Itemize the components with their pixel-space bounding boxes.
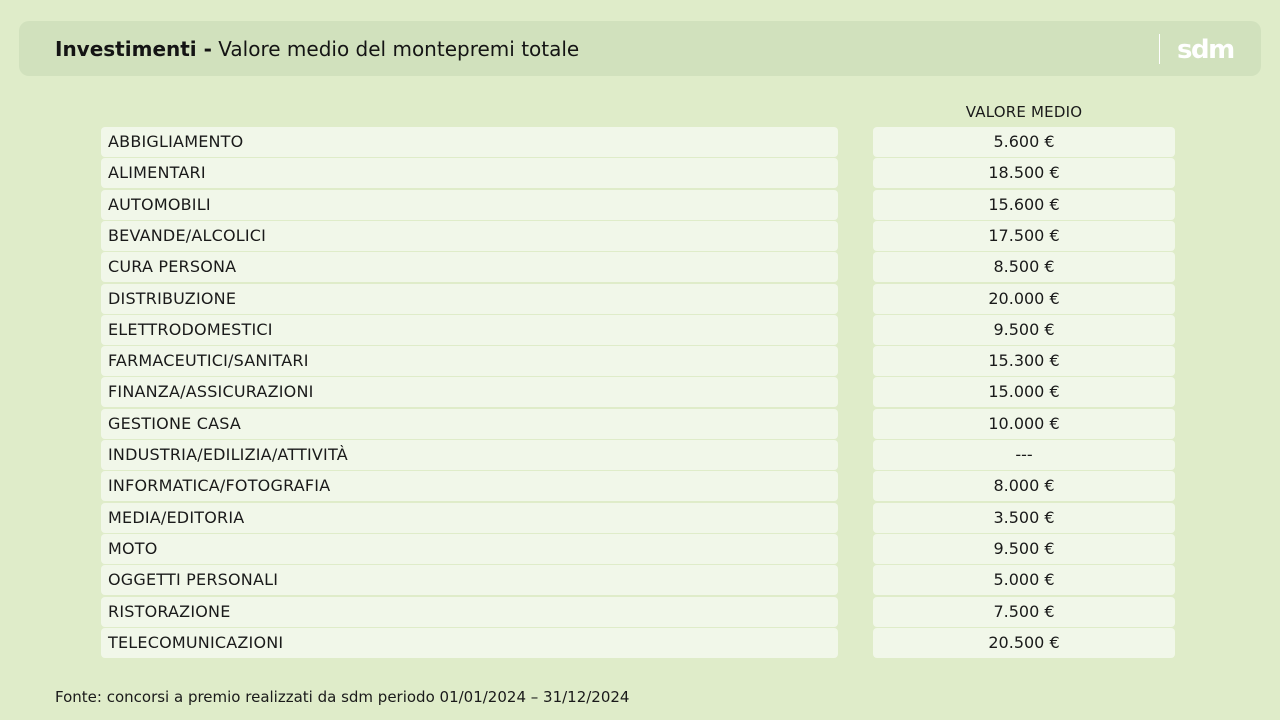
table-row: GESTIONE CASA 10.000 € [0,409,1280,439]
table-row: DISTRIBUZIONE 20.000 € [0,284,1280,314]
page-title: Investimenti - Valore medio del montepre… [55,21,579,76]
category-label: INFORMATICA/FOTOGRAFIA [101,471,838,501]
average-value: 15.300 € [873,346,1175,376]
category-label: CURA PERSONA [101,252,838,282]
table-row: CURA PERSONA 8.500 € [0,252,1280,282]
average-value: 15.000 € [873,377,1175,407]
category-label: AUTOMOBILI [101,190,838,220]
page-title-rest: Valore medio del montepremi totale [218,37,580,61]
average-value: 20.500 € [873,628,1175,658]
table-row: TELECOMUNICAZIONI 20.500 € [0,628,1280,658]
average-value: --- [873,440,1175,470]
category-label: GESTIONE CASA [101,409,838,439]
category-label: BEVANDE/ALCOLICI [101,221,838,251]
table-row: MEDIA/EDITORIA 3.500 € [0,503,1280,533]
average-value: 10.000 € [873,409,1175,439]
average-value: 7.500 € [873,597,1175,627]
average-value: 8.000 € [873,471,1175,501]
category-label: DISTRIBUZIONE [101,284,838,314]
table-row: RISTORAZIONE 7.500 € [0,597,1280,627]
header-band: Investimenti - Valore medio del montepre… [19,21,1261,76]
average-value: 5.600 € [873,127,1175,157]
average-value: 9.500 € [873,534,1175,564]
sdm-logo: sdm [1177,35,1235,65]
average-value: 18.500 € [873,158,1175,188]
table-row: ALIMENTARI 18.500 € [0,158,1280,188]
table-row: AUTOMOBILI 15.600 € [0,190,1280,220]
category-label: RISTORAZIONE [101,597,838,627]
average-value: 17.500 € [873,221,1175,251]
table-row: FARMACEUTICI/SANITARI 15.300 € [0,346,1280,376]
average-value: 9.500 € [873,315,1175,345]
category-label: MEDIA/EDITORIA [101,503,838,533]
average-value: 5.000 € [873,565,1175,595]
slide: Investimenti - Valore medio del montepre… [0,0,1280,720]
table-row: MOTO 9.500 € [0,534,1280,564]
table-row: ELETTRODOMESTICI 9.500 € [0,315,1280,345]
category-label: ALIMENTARI [101,158,838,188]
category-label: TELECOMUNICAZIONI [101,628,838,658]
table-row: INDUSTRIA/EDILIZIA/ATTIVITÀ --- [0,440,1280,470]
category-label: FINANZA/ASSICURAZIONI [101,377,838,407]
category-label: INDUSTRIA/EDILIZIA/ATTIVITÀ [101,440,838,470]
table-row: FINANZA/ASSICURAZIONI 15.000 € [0,377,1280,407]
source-note: Fonte: concorsi a premio realizzati da s… [55,688,630,706]
table-row: OGGETTI PERSONALI 5.000 € [0,565,1280,595]
average-value: 15.600 € [873,190,1175,220]
category-label: OGGETTI PERSONALI [101,565,838,595]
average-value: 20.000 € [873,284,1175,314]
average-value: 3.500 € [873,503,1175,533]
page-title-bold: Investimenti - [55,37,212,61]
table-row: INFORMATICA/FOTOGRAFIA 8.000 € [0,471,1280,501]
value-column-header: VALORE MEDIO [965,103,1083,121]
category-label: ELETTRODOMESTICI [101,315,838,345]
table-row: ABBIGLIAMENTO 5.600 € [0,127,1280,157]
header-divider [1159,34,1160,64]
category-label: MOTO [101,534,838,564]
category-label: ABBIGLIAMENTO [101,127,838,157]
category-label: FARMACEUTICI/SANITARI [101,346,838,376]
table-row: BEVANDE/ALCOLICI 17.500 € [0,221,1280,251]
average-value: 8.500 € [873,252,1175,282]
